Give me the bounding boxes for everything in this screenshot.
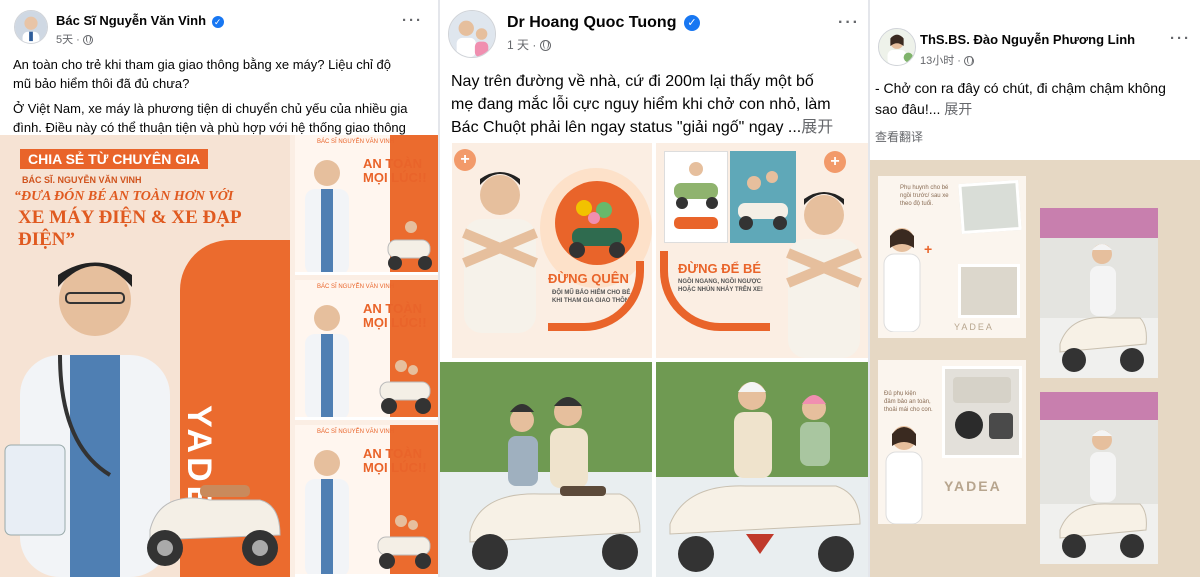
card-text: Phụ huynh cho bé ngồi trước/ sau xe theo… <box>900 185 949 207</box>
info-card-2: Đủ phụ kiện đảm bảo an toàn, thoải mái c… <box>878 360 1026 524</box>
side-title-3: AN TOÀN MỌI LÚC!! <box>363 446 427 475</box>
doctor-illustration <box>462 172 538 333</box>
poster-tag: CHIA SẺ TỪ CHUYÊN GIA <box>20 149 209 169</box>
scooter-lifestyle-photo <box>1040 392 1158 564</box>
post-image-4[interactable] <box>656 362 870 577</box>
post-text: Nay trên đường về nhà, cứ đi 200m lại th… <box>451 73 834 136</box>
post-meta[interactable]: 13小时 · <box>920 52 975 68</box>
side-panel-1: BÁC SĨ NGUYỄN VĂN VINH AN TOÀN MỌI LÚC!! <box>295 135 438 275</box>
brand-label: YADEA <box>944 478 1002 494</box>
verified-badge-icon: ✓ <box>683 14 700 31</box>
post-text: - Chở con ra đây có chút, đi chậm chậm k… <box>875 80 1166 117</box>
more-options-icon[interactable]: ··· <box>838 14 860 32</box>
verified-badge-icon: ✓ <box>211 15 224 28</box>
doctor-photo <box>885 426 923 524</box>
post-image-3[interactable] <box>440 362 652 577</box>
post-image-1[interactable]: + ĐỪNG QUÊN ĐỘI MŨ BẢO HIỂM CHO BÉ KHI T… <box>452 143 652 358</box>
author-name[interactable]: Bác Sĩ Nguyễn Văn Vinh ✓ <box>56 13 224 28</box>
see-more-link[interactable]: 展开 <box>944 101 972 117</box>
post-card-1: Bác Sĩ Nguyễn Văn Vinh ✓ 5天 · ··· An toà… <box>0 0 438 577</box>
post-image-1[interactable]: CHIA SẺ TỪ CHUYÊN GIA BÁC SĨ. NGUYỄN VĂN… <box>0 135 438 577</box>
post-meta[interactable]: 5天 · <box>56 31 93 47</box>
globe-icon <box>539 40 551 52</box>
side-title-1: AN TOÀN MỌI LÚC!! <box>363 156 427 185</box>
author-name[interactable]: Dr Hoang Quoc Tuong ✓ <box>507 14 700 32</box>
family-photo <box>469 397 641 570</box>
scooter-photo <box>958 179 1022 235</box>
side-doctor-2: BÁC SĨ NGUYỄN VĂN VINH <box>317 284 395 290</box>
author-name[interactable]: ThS.BS. Đào Nguyễn Phương Linh <box>920 32 1135 47</box>
author-avatar[interactable] <box>448 10 496 58</box>
plus-icon: + <box>824 151 846 173</box>
post-card-2: Dr Hoang Quoc Tuong ✓ 1 天 · ··· Nay trên… <box>440 0 870 577</box>
globe-icon <box>82 35 93 46</box>
poster-doctor: BÁC SĨ. NGUYỄN VĂN VINH <box>22 175 142 185</box>
helmet-photo <box>942 366 1022 458</box>
globe-icon <box>964 56 975 67</box>
see-translation-link[interactable]: 查看翻译 <box>875 128 923 145</box>
plus-icon: + <box>924 241 933 257</box>
info-card-1: Phụ huynh cho bé ngồi trước/ sau xe theo… <box>878 176 1026 338</box>
side-doctor-1: BÁC SĨ NGUYỄN VĂN VINH <box>317 139 395 145</box>
doctor-illustration <box>786 192 862 358</box>
main-poster: CHIA SẺ TỪ CHUYÊN GIA BÁC SĨ. NGUYỄN VĂN… <box>0 135 290 577</box>
brand-label: YADEA <box>954 322 994 332</box>
author-avatar[interactable] <box>878 28 916 66</box>
doctor-photo <box>883 228 921 332</box>
post-card-3: ThS.BS. Đào Nguyễn Phương Linh 13小时 · ··… <box>870 0 1200 577</box>
family-photo <box>669 382 861 572</box>
side-panel-3: BÁC SĨ NGUYỄN VĂN VINH AN TOÀN MỌI LÚC!! <box>295 425 438 577</box>
side-title-2: AN TOÀN MỌI LÚC!! <box>363 301 427 330</box>
post-meta[interactable]: 1 天 · <box>507 36 551 53</box>
scooter-lifestyle-photo <box>1040 208 1158 378</box>
post-image-grid[interactable]: Phụ huynh cho bé ngồi trước/ sau xe theo… <box>870 160 1200 577</box>
post-text: An toàn cho trẻ khi tham gia giao thông … <box>13 57 408 135</box>
side-panel-2: BÁC SĨ NGUYỄN VĂN VINH AN TOÀN MỌI LÚC!! <box>295 280 438 420</box>
scooter-photo <box>958 264 1020 318</box>
card-text: Đủ phụ kiện đảm bảo an toàn, thoải mái c… <box>884 391 933 413</box>
author-avatar[interactable] <box>14 10 48 44</box>
see-more-link[interactable]: 展开 <box>801 119 833 136</box>
more-options-icon[interactable]: ··· <box>402 12 423 29</box>
side-doctor-3: BÁC SĨ NGUYỄN VĂN VINH <box>317 429 395 435</box>
post-image-2[interactable]: + ĐỪNG ĐỂ BÉ NGỒI NGANG, NGỒI NGƯỢC HOẶC… <box>656 143 870 358</box>
family-scooter-illustration <box>555 181 639 265</box>
poster-headline-1: “ĐƯA ĐÓN BÉ AN TOÀN HƠN VỚI <box>14 189 234 204</box>
more-options-icon[interactable]: ··· <box>1170 30 1191 47</box>
scooter-image <box>147 485 281 566</box>
